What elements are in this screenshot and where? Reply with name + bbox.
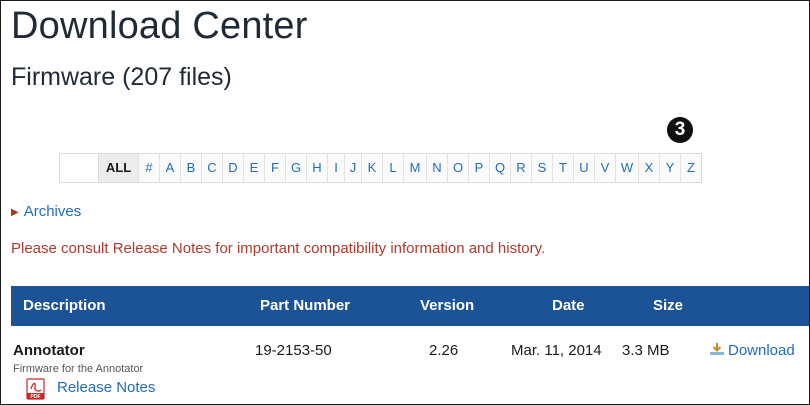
archives-toggle[interactable]: ▶ Archives [11,203,81,220]
alphabet-filter-item[interactable]: R [511,154,532,182]
alphabet-filter-item[interactable]: O [448,154,469,182]
alphabet-filter-item[interactable]: N [427,154,448,182]
alphabet-filter-item[interactable]: Q [490,154,511,182]
alphabet-filter-item[interactable]: M [404,154,427,182]
alphabet-filter-spacer [60,154,99,182]
alphabet-filter-item[interactable]: # [139,154,160,182]
download-label: Download [728,342,795,359]
download-link[interactable]: Download [709,342,795,359]
product-description: Firmware for the Annotator [13,363,144,375]
alphabet-filter-item[interactable]: T [553,154,574,182]
alphabet-filter-item[interactable]: B [181,154,202,182]
svg-text:PDF: PDF [31,394,41,400]
alphabet-filter-item[interactable]: J [345,154,362,182]
column-header-description: Description [23,297,106,314]
alphabet-filter-item[interactable]: C [202,154,223,182]
date-cell: Mar. 11, 2014 [511,342,602,359]
release-notes-notice: Please consult Release Notes for importa… [11,240,546,257]
table-header: Description Part Number Version Date Siz… [11,286,809,326]
alphabet-filter-item[interactable]: F [265,154,286,182]
alphabet-filter-item[interactable]: D [223,154,244,182]
version-cell: 2.26 [429,342,459,359]
alphabet-filter-item[interactable]: Z [681,154,701,182]
column-header-version: Version [420,297,475,314]
alphabet-filter-item[interactable]: X [639,154,660,182]
alphabet-filter-item[interactable]: A [160,154,181,182]
alphabet-filter-item[interactable]: U [574,154,595,182]
alphabet-filter-item[interactable]: W [616,154,639,182]
page-title: Download Center [11,5,308,47]
page-frame: Download Center Firmware (207 files) 3 A… [0,0,810,405]
page-subtitle: Firmware (207 files) [11,63,232,91]
alphabet-filter-item[interactable]: G [286,154,307,182]
alphabet-filter-item[interactable]: L [383,154,404,182]
alphabet-filter-bar: ALL # A B C D E F G H I J K L M N O P Q R S T U V W X Y Z [59,153,702,183]
alphabet-filter-item[interactable]: Y [660,154,681,182]
part-number-cell: 19-2153-50 [255,342,332,359]
callout-number-badge: 3 [667,117,693,143]
release-notes-link[interactable]: Release Notes [57,379,155,396]
alphabet-filter-item[interactable]: S [532,154,553,182]
download-icon [710,343,724,355]
alphabet-filter-item[interactable]: P [469,154,490,182]
column-header-size: Size [653,297,684,314]
product-name: Annotator [13,342,85,359]
archives-label: Archives [23,203,82,220]
alphabet-filter-item[interactable]: H [307,154,328,182]
alphabet-filter-item[interactable]: V [595,154,616,182]
alphabet-filter-all[interactable]: ALL [99,154,139,182]
alphabet-filter-item[interactable]: K [362,154,383,182]
alphabet-filter-item[interactable]: E [244,154,265,182]
column-header-part-number: Part Number [260,297,351,314]
triangle-right-icon: ▶ [11,207,19,218]
alphabet-filter-item[interactable]: I [328,154,345,182]
size-cell: 3.3 MB [622,342,670,359]
pdf-icon: PDF [26,378,45,400]
column-header-date: Date [552,297,585,314]
